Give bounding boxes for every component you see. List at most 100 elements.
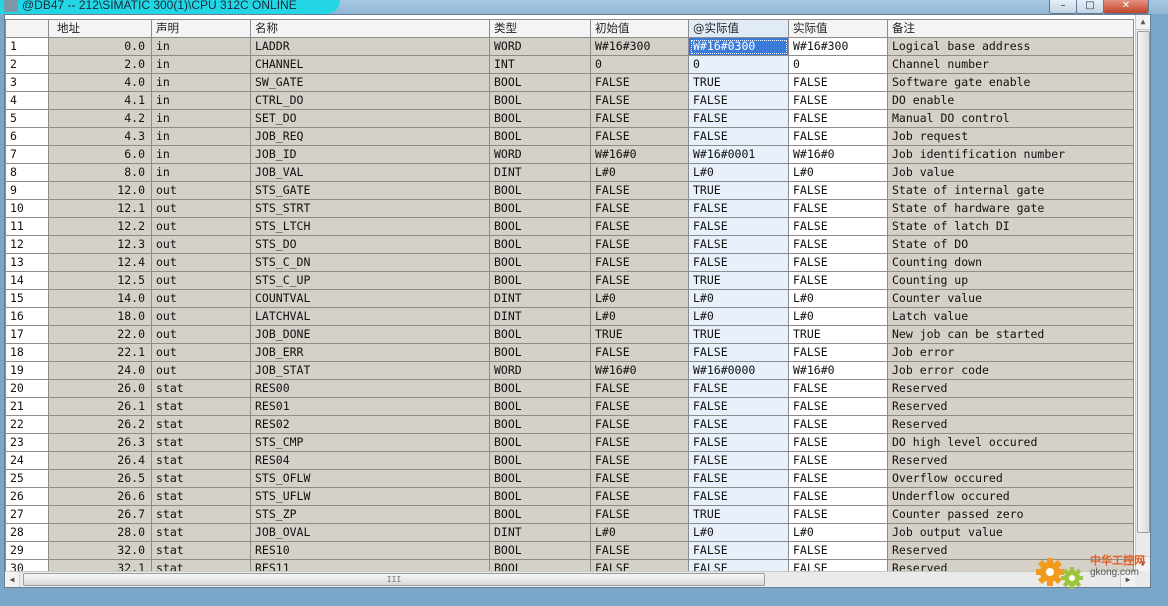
row-number[interactable]: 23 (5, 433, 49, 452)
cell-online-actual-value[interactable]: FALSE (688, 235, 789, 254)
cell-actual-value[interactable]: FALSE (788, 253, 888, 272)
cell-comment[interactable]: Manual DO control (887, 109, 1134, 128)
cell-address[interactable]: 6.0 (48, 145, 152, 164)
cell-type[interactable]: BOOL (489, 235, 591, 254)
table-row[interactable]: 28 28.0 stat JOB_OVAL DINT L#0 L#0 L#0 Job outpu… (5, 523, 1134, 542)
row-number[interactable]: 28 (5, 523, 49, 542)
cell-name[interactable]: LATCHVAL (250, 307, 490, 326)
cell-initial-value[interactable]: W#16#300 (590, 37, 689, 56)
cell-address[interactable]: 26.7 (48, 505, 152, 524)
cell-address[interactable]: 4.2 (48, 109, 152, 128)
cell-type[interactable]: WORD (489, 145, 591, 164)
cell-name[interactable]: JOB_ERR (250, 343, 490, 362)
cell-name[interactable]: JOB_DONE (250, 325, 490, 344)
horizontal-scrollbar[interactable]: ◀ III ▶ (5, 571, 1135, 587)
table-row[interactable]: 26 26.6 stat STS_UFLW BOOL FALSE FALSE FALSE Und… (5, 487, 1134, 506)
row-number[interactable]: 3 (5, 73, 49, 92)
cell-address[interactable]: 26.6 (48, 487, 152, 506)
minimize-button[interactable]: – (1049, 0, 1077, 14)
row-number[interactable]: 26 (5, 487, 49, 506)
cell-name[interactable]: JOB_VAL (250, 163, 490, 182)
cell-type[interactable]: BOOL (489, 415, 591, 434)
maximize-button[interactable]: □ (1076, 0, 1104, 14)
cell-type[interactable]: BOOL (489, 73, 591, 92)
cell-online-actual-value[interactable]: TRUE (688, 73, 789, 92)
cell-comment[interactable]: Counter passed zero (887, 505, 1134, 524)
cell-online-actual-value[interactable]: FALSE (688, 343, 789, 362)
cell-declaration[interactable]: out (151, 307, 251, 326)
cell-online-actual-value[interactable]: W#16#0001 (688, 145, 789, 164)
cell-name[interactable]: JOB_STAT (250, 361, 490, 380)
cell-declaration[interactable]: out (151, 181, 251, 200)
cell-actual-value[interactable]: FALSE (788, 379, 888, 398)
table-row[interactable]: 24 26.4 stat RES04 BOOL FALSE FALSE FALSE Reserv… (5, 451, 1134, 470)
cell-comment[interactable]: Job value (887, 163, 1134, 182)
cell-name[interactable]: JOB_OVAL (250, 523, 490, 542)
cell-initial-value[interactable]: FALSE (590, 541, 689, 560)
cell-comment[interactable]: Reserved (887, 451, 1134, 470)
header-address[interactable]: 地址 (48, 19, 152, 38)
cell-declaration[interactable]: in (151, 91, 251, 110)
cell-actual-value[interactable]: FALSE (788, 397, 888, 416)
cell-type[interactable]: BOOL (489, 343, 591, 362)
cell-type[interactable]: BOOL (489, 253, 591, 272)
cell-online-actual-value[interactable]: L#0 (688, 307, 789, 326)
cell-name[interactable]: SET_DO (250, 109, 490, 128)
table-row[interactable]: 7 6.0 in JOB_ID WORD W#16#0 W#16#0001 W#16#0 Job… (5, 145, 1134, 164)
cell-actual-value[interactable]: FALSE (788, 433, 888, 452)
cell-declaration[interactable]: stat (151, 433, 251, 452)
cell-actual-value[interactable]: FALSE (788, 109, 888, 128)
row-number[interactable]: 29 (5, 541, 49, 560)
cell-online-actual-value[interactable]: FALSE (688, 127, 789, 146)
cell-declaration[interactable]: in (151, 145, 251, 164)
cell-online-actual-value[interactable]: W#16#0000 (688, 361, 789, 380)
row-number[interactable]: 20 (5, 379, 49, 398)
row-number[interactable]: 1 (5, 37, 49, 56)
cell-comment[interactable]: Latch value (887, 307, 1134, 326)
cell-comment[interactable]: Reserved (887, 415, 1134, 434)
cell-declaration[interactable]: stat (151, 451, 251, 470)
cell-comment[interactable]: Channel number (887, 55, 1134, 74)
cell-initial-value[interactable]: L#0 (590, 163, 689, 182)
cell-type[interactable]: BOOL (489, 181, 591, 200)
cell-declaration[interactable]: out (151, 271, 251, 290)
cell-comment[interactable]: State of internal gate (887, 181, 1134, 200)
cell-actual-value[interactable]: L#0 (788, 307, 888, 326)
cell-name[interactable]: STS_C_UP (250, 271, 490, 290)
cell-actual-value[interactable]: FALSE (788, 91, 888, 110)
cell-initial-value[interactable]: FALSE (590, 343, 689, 362)
cell-declaration[interactable]: out (151, 343, 251, 362)
cell-comment[interactable]: Counter value (887, 289, 1134, 308)
table-row[interactable]: 8 8.0 in JOB_VAL DINT L#0 L#0 L#0 Job value (5, 163, 1134, 182)
cell-initial-value[interactable]: W#16#0 (590, 361, 689, 380)
cell-name[interactable]: STS_GATE (250, 181, 490, 200)
cell-actual-value[interactable]: FALSE (788, 505, 888, 524)
row-number[interactable]: 14 (5, 271, 49, 290)
cell-comment[interactable]: State of DO (887, 235, 1134, 254)
table-row[interactable]: 21 26.1 stat RES01 BOOL FALSE FALSE FALSE Reserv… (5, 397, 1134, 416)
cell-address[interactable]: 12.0 (48, 181, 152, 200)
cell-type[interactable]: BOOL (489, 397, 591, 416)
cell-name[interactable]: RES00 (250, 379, 490, 398)
cell-name[interactable]: LADDR (250, 37, 490, 56)
cell-comment[interactable]: Overflow occured (887, 469, 1134, 488)
cell-actual-value[interactable]: FALSE (788, 487, 888, 506)
cell-type[interactable]: BOOL (489, 469, 591, 488)
cell-actual-value[interactable]: W#16#0 (788, 145, 888, 164)
cell-name[interactable]: STS_LTCH (250, 217, 490, 236)
cell-comment[interactable]: Underflow occured (887, 487, 1134, 506)
cell-online-actual-value[interactable]: FALSE (688, 541, 789, 560)
table-row[interactable]: 23 26.3 stat STS_CMP BOOL FALSE FALSE FALSE DO h… (5, 433, 1134, 452)
cell-comment[interactable]: Job output value (887, 523, 1134, 542)
cell-actual-value[interactable]: FALSE (788, 343, 888, 362)
cell-declaration[interactable]: stat (151, 541, 251, 560)
cell-initial-value[interactable]: W#16#0 (590, 145, 689, 164)
table-row[interactable]: 4 4.1 in CTRL_DO BOOL FALSE FALSE FALSE DO enabl… (5, 91, 1134, 110)
cell-name[interactable]: RES02 (250, 415, 490, 434)
table-row[interactable]: 6 4.3 in JOB_REQ BOOL FALSE FALSE FALSE Job requ… (5, 127, 1134, 146)
cell-declaration[interactable]: stat (151, 397, 251, 416)
cell-name[interactable]: STS_OFLW (250, 469, 490, 488)
cell-type[interactable]: BOOL (489, 505, 591, 524)
cell-address[interactable]: 4.1 (48, 91, 152, 110)
cell-initial-value[interactable]: FALSE (590, 235, 689, 254)
